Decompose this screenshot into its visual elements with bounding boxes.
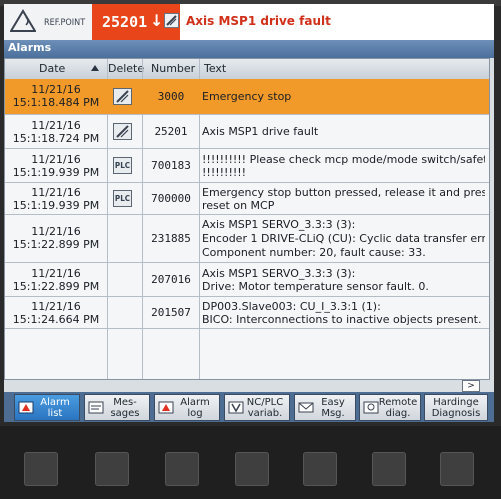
row-number: 25201: [154, 125, 188, 138]
table-header: Date Delete Number Text: [5, 59, 489, 80]
row-date: 11/21/16: [31, 300, 81, 313]
hardware-key[interactable]: [440, 452, 474, 486]
status-header: REF.POINT 25201 ↓ Axis MSP1 drive fault: [4, 4, 494, 40]
hardware-key[interactable]: [95, 452, 129, 486]
row-date: 11/21/16: [31, 225, 81, 238]
softkey-label: Mes- sages: [110, 397, 140, 419]
softkey-label: NC/PLC variab.: [246, 397, 284, 419]
hardware-key[interactable]: [372, 452, 406, 486]
row-text-line3: Component number: 20, fault cause: 33.: [202, 246, 426, 259]
row-number: 231885: [151, 232, 191, 245]
variables-icon: [228, 401, 244, 414]
window-titlebar: Alarms: [4, 40, 494, 58]
hardware-key[interactable]: [303, 452, 337, 486]
row-time: 15:1:19.939 PM: [12, 199, 100, 212]
row-number: 700000: [151, 192, 191, 205]
row-date: 11/21/16: [31, 119, 81, 132]
row-text: Axis MSP1 SERVO_3.3:3 (3):: [202, 218, 356, 231]
current-alarm-box[interactable]: 25201 ↓: [92, 4, 180, 40]
row-date: 11/21/16: [31, 267, 81, 280]
softkey-label: Easy Msg.: [321, 397, 345, 419]
table-row[interactable]: 11/21/16 15:1:22.899 PM 231885 Axis MSP1…: [5, 215, 489, 263]
row-number: 207016: [151, 273, 191, 286]
hmi-screen: REF.POINT 25201 ↓ Axis MSP1 drive fault …: [4, 4, 494, 422]
alarm-log-icon: [158, 401, 174, 414]
table-row[interactable]: 11/21/16 15:1:22.899 PM 207016 Axis MSP1…: [5, 263, 489, 297]
softkey-hardinge-diagnosis[interactable]: Hardinge Diagnosis: [424, 394, 488, 421]
softkey-alarm-log[interactable]: Alarm log: [154, 394, 220, 421]
row-text: Emergency stop button pressed, release i…: [202, 186, 485, 199]
acknowledge-icon[interactable]: [113, 123, 132, 140]
softkey-alarm-list[interactable]: Alarm list: [14, 394, 80, 421]
scroll-right-button[interactable]: >: [462, 380, 480, 392]
row-date: 11/21/16: [31, 83, 81, 96]
softkey-label: Hardinge Diagnosis: [431, 397, 481, 419]
arrow-down-icon: ↓: [150, 11, 164, 30]
row-text-line2: Drive: Motor temperature sensor fault. 0…: [202, 280, 429, 293]
hardware-key[interactable]: [24, 452, 58, 486]
hardware-key[interactable]: [235, 452, 269, 486]
table-row[interactable]: 11/21/16 15:1:19.939 PM PLC 700183 !!!!!…: [5, 149, 489, 183]
window-title: Alarms: [8, 41, 52, 54]
row-number: 700183: [151, 159, 191, 172]
softkey-nc-plc-variables[interactable]: NC/PLC variab.: [224, 394, 290, 421]
acknowledge-icon[interactable]: [164, 13, 179, 28]
table-row[interactable]: 11/21/16 15:1:24.664 PM 201507 DP003.Sla…: [5, 297, 489, 329]
row-time: 15:1:18.484 PM: [12, 96, 100, 109]
warning-triangle-icon: [10, 9, 36, 32]
column-header-text[interactable]: Text: [204, 62, 226, 75]
easy-msg-icon: [298, 402, 314, 413]
alarm-list-icon: [18, 401, 34, 414]
row-text: Emergency stop: [202, 90, 292, 103]
softkey-easy-msg[interactable]: Easy Msg.: [294, 394, 356, 421]
current-alarm-number: 25201: [102, 13, 148, 31]
row-text: !!!!!!!!!! Please check mcp mode/mode sw…: [202, 153, 485, 166]
acknowledge-icon[interactable]: [113, 88, 132, 105]
row-time: 15:1:22.899 PM: [12, 238, 100, 251]
softkey-bar: Alarm list Mes- sages Alarm log NC/PLC v…: [4, 392, 494, 422]
row-time: 15:1:18.724 PM: [12, 132, 100, 145]
messages-icon: [88, 401, 104, 414]
current-alarm-text: Axis MSP1 drive fault: [186, 14, 331, 28]
sort-ascending-icon[interactable]: [91, 65, 99, 71]
softkey-messages[interactable]: Mes- sages: [84, 394, 150, 421]
refpoint-label: REF.POINT: [44, 18, 86, 28]
column-header-date[interactable]: Date: [39, 62, 65, 75]
status-left-panel: REF.POINT: [4, 4, 93, 40]
row-text: DP003.Slave003: CU_I_3.3:1 (1):: [202, 300, 381, 313]
machine-keypad: [0, 426, 501, 499]
row-date: 11/21/16: [31, 153, 81, 166]
row-text-line2: BICO: Interconnections to inactive objec…: [202, 313, 485, 326]
row-number: 3000: [157, 90, 185, 103]
alarm-table: Date Delete Number Text 11/21/16 15:1:18…: [4, 58, 490, 380]
row-time: 15:1:24.664 PM: [12, 313, 100, 326]
row-time: 15:1:22.899 PM: [12, 280, 100, 293]
row-text-line2: !!!!!!!!!!: [202, 166, 247, 179]
table-row[interactable]: 11/21/16 15:1:18.724 PM 25201 Axis MSP1 …: [5, 115, 489, 149]
hardware-key[interactable]: [165, 452, 199, 486]
row-date: 11/21/16: [31, 186, 81, 199]
row-text: Axis MSP1 SERVO_3.3:3 (3):: [202, 267, 356, 280]
row-time: 15:1:19.939 PM: [12, 166, 100, 179]
table-row[interactable]: 11/21/16 15:1:18.484 PM 3000 Emergency s…: [5, 79, 489, 115]
plc-icon[interactable]: PLC: [113, 157, 132, 174]
softkey-label: Remote diag.: [378, 397, 418, 419]
softkey-label: Alarm list: [40, 397, 70, 419]
row-text-line2: reset on MCP: [202, 199, 275, 212]
column-header-delete[interactable]: Delete: [108, 62, 144, 75]
plc-icon[interactable]: PLC: [113, 190, 132, 207]
row-text-line2: Encoder 1 DRIVE-CLiQ (CU): Cyclic data t…: [202, 232, 485, 245]
column-header-number[interactable]: Number: [151, 62, 195, 75]
table-row[interactable]: 11/21/16 15:1:19.939 PM PLC 700000 Emerg…: [5, 183, 489, 215]
softkey-label: Alarm log: [180, 397, 210, 419]
row-number: 201507: [151, 306, 191, 319]
row-text: Axis MSP1 drive fault: [202, 125, 319, 138]
remote-diag-icon: [363, 401, 379, 414]
softkey-remote-diag[interactable]: Remote diag.: [359, 394, 421, 421]
